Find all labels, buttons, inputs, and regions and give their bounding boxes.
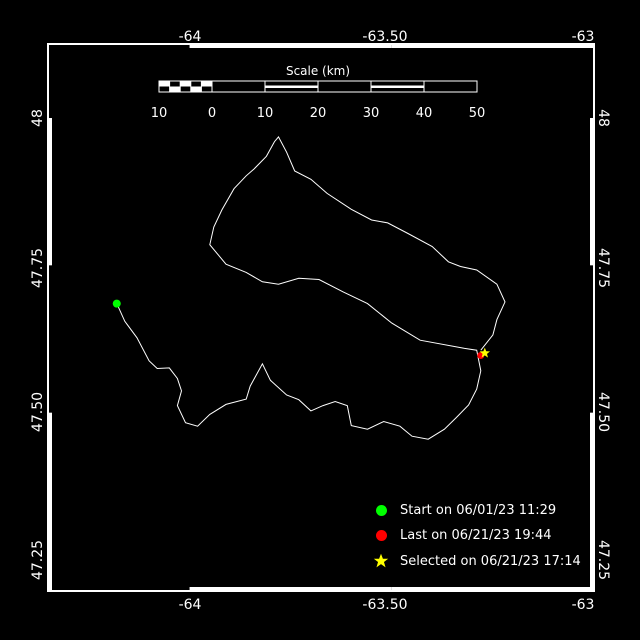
legend-label-last: Last on 06/21/23 19:44 xyxy=(400,527,552,543)
legend-label-start: Start on 06/01/23 11:29 xyxy=(400,502,557,518)
scale-label-1: 0 xyxy=(207,106,217,121)
legend-item-last: Last on 06/21/23 19:44 xyxy=(372,526,552,544)
scale-cell-3 xyxy=(190,86,202,92)
scale-cell-2 xyxy=(180,81,191,87)
tick-left-2: 47.50 xyxy=(30,391,46,433)
frame-band-left-end xyxy=(47,560,52,591)
tick-top-0: -64 xyxy=(178,29,202,45)
frame-band-bottom-0 xyxy=(189,587,392,592)
tick-bottom-2: -63 xyxy=(571,597,595,613)
scale-cell-1 xyxy=(169,86,181,92)
scale-segment-1 xyxy=(265,85,318,88)
tick-left-0: 48 xyxy=(30,109,46,127)
start-marker xyxy=(112,299,121,308)
scale-label-2: 10 xyxy=(256,106,274,121)
star-icon xyxy=(372,552,390,570)
tick-left-3: 47.25 xyxy=(30,539,46,581)
tick-bottom-1: -63.50 xyxy=(362,597,408,613)
tick-bottom-0: -64 xyxy=(178,597,202,613)
tick-right-0: 48 xyxy=(595,109,611,127)
scale-segment-3 xyxy=(371,85,424,88)
frame-band-left-2 xyxy=(47,412,52,560)
scale-label-0: 10 xyxy=(150,106,168,121)
map-canvas: -64 -63.50 -63 -64 -63.50 -63 48 47.75 4… xyxy=(0,0,640,640)
tick-top-1: -63.50 xyxy=(362,29,408,45)
tick-right-3: 47.25 xyxy=(595,539,611,581)
tick-right-2: 47.50 xyxy=(595,391,611,433)
map-svg xyxy=(47,43,595,592)
green-dot-icon xyxy=(372,501,390,519)
scale-label-4: 30 xyxy=(362,106,380,121)
legend-item-selected: Selected on 06/21/23 17:14 xyxy=(372,552,581,570)
frame-band-right-0 xyxy=(590,118,595,266)
frame-band-left-0 xyxy=(47,118,52,266)
frame-band-bottom-1 xyxy=(391,587,594,592)
scale-title: Scale (km) xyxy=(285,64,351,78)
frame-band-top-1 xyxy=(391,43,594,48)
tick-top-2: -63 xyxy=(571,29,595,45)
track-line xyxy=(116,136,506,440)
tick-right-1: 47.75 xyxy=(595,247,611,289)
legend-label-selected: Selected on 06/21/23 17:14 xyxy=(400,553,581,569)
scale-cell-0 xyxy=(159,81,170,87)
scale-label-5: 40 xyxy=(415,106,433,121)
legend-item-start: Start on 06/01/23 11:29 xyxy=(372,501,556,519)
tick-left-1: 47.75 xyxy=(30,247,46,289)
scale-label-6: 50 xyxy=(468,106,486,121)
frame-band-right-2 xyxy=(590,412,595,560)
scale-label-3: 20 xyxy=(309,106,327,121)
red-dot-icon xyxy=(372,526,390,544)
scale-cell-4 xyxy=(201,81,212,87)
